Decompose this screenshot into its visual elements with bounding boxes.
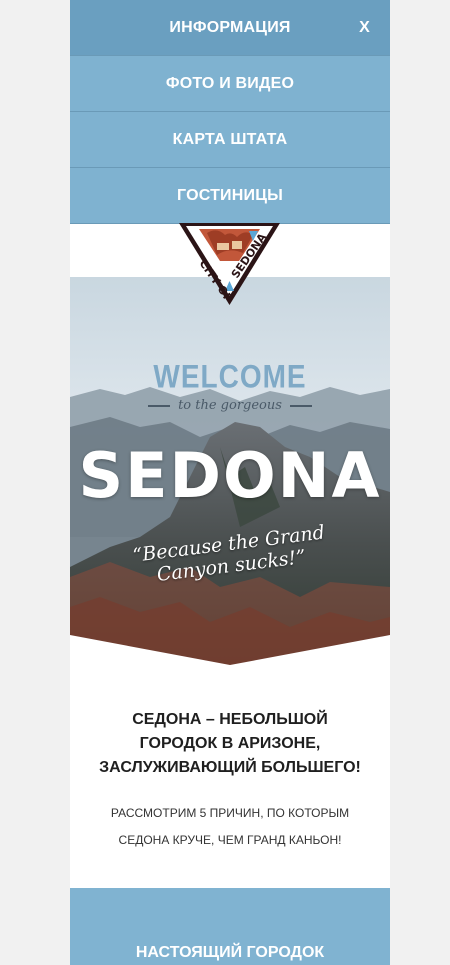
- menu-item-state-map[interactable]: КАРТА ШТАТА: [70, 112, 390, 168]
- hero-subtitle: to the gorgeous: [70, 398, 390, 413]
- city-of-sedona-logo: CITY OF SEDONA: [179, 223, 280, 305]
- intro-section: СЕДОНА – НЕБОЛЬШОЙ ГОРОДОК В АРИЗОНЕ, ЗА…: [70, 708, 390, 854]
- intro-body: РАССМОТРИМ 5 ПРИЧИН, ПО КОТОРЫМ СЕДОНА К…: [110, 806, 350, 847]
- page-container: ИНФОРМАЦИЯ X ФОТО И ВИДЕО КАРТА ШТАТА ГО…: [70, 0, 390, 965]
- intro-heading: СЕДОНА – НЕБОЛЬШОЙ ГОРОДОК В АРИЗОНЕ, ЗА…: [99, 711, 361, 776]
- close-menu-button[interactable]: X: [359, 19, 370, 37]
- hero-banner: WELCOME to the gorgeous SEDONA “Because …: [70, 277, 390, 665]
- section-heading: НАСТОЯЩИЙ ГОРОДОК: [135, 944, 325, 961]
- menu-item-label: ФОТО И ВИДЕО: [165, 74, 295, 92]
- hero-welcome: WELCOME: [153, 358, 307, 395]
- menu-item-hotels[interactable]: ГОСТИНИЦЫ: [70, 168, 390, 224]
- nav-menu: ИНФОРМАЦИЯ X ФОТО И ВИДЕО КАРТА ШТАТА ГО…: [70, 0, 390, 224]
- menu-item-label: ГОСТИНИЦЫ: [177, 186, 283, 204]
- menu-item-info[interactable]: ИНФОРМАЦИЯ X: [70, 0, 390, 56]
- menu-item-photo-video[interactable]: ФОТО И ВИДЕО: [70, 56, 390, 112]
- hero-title: SEDONA: [78, 439, 382, 512]
- real-town-section: НАСТОЯЩИЙ ГОРОДОК: [70, 888, 390, 965]
- menu-item-label: КАРТА ШТАТА: [172, 130, 288, 148]
- menu-item-label: ИНФОРМАЦИЯ: [169, 18, 291, 36]
- city-logo-graphic: CITY OF SEDONA: [179, 223, 280, 305]
